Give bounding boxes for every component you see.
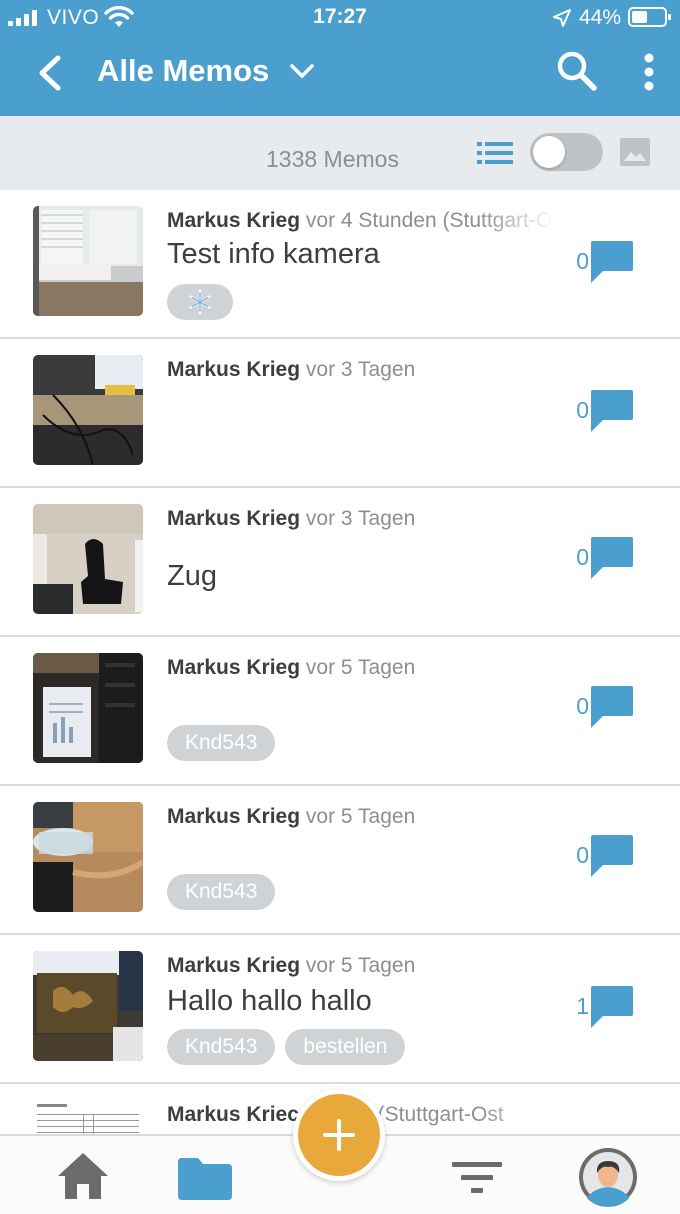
memo-time: vor 3 Tagen [305,358,416,381]
battery-percent: 44% [579,6,622,29]
memo-author: Markus Krieg [167,656,301,679]
memo-meta: Markus Krieg vor 3 Tagen [167,507,557,531]
battery-icon [628,7,671,27]
memo-tag[interactable]: Knd543 [167,1029,276,1065]
memo-time: vor 5 Tagen [305,954,416,977]
clock: 17:27 [313,5,367,28]
memo-tag[interactable] [167,284,233,320]
view-mode-toggle[interactable] [530,133,603,171]
folder-selector[interactable]: Alle Memos [97,50,315,92]
memo-thumbnail [33,951,143,1061]
memo-time: vor 4 Stunden (Stuttgart-O [305,209,553,232]
memo-meta: Markus Krieg vor 5 Tagen [167,656,557,680]
memo-meta: Markus Krieg vor 5 Tagen [167,805,557,829]
memo-tags: Knd543 [167,874,276,910]
memo-title: Hallo hallo hallo [167,985,372,1017]
avatar-icon[interactable] [578,1147,638,1207]
memo-tags: Knd543 bestellen [167,1029,406,1065]
comment-count: 0 [576,544,589,570]
memo-thumbnail [33,355,143,465]
memo-author: Markus Krieg [167,507,301,530]
memo-title: Test info kamera [167,238,380,270]
memo-tags: Knd543 [167,725,276,761]
toggle-knob [533,136,565,168]
home-icon[interactable] [55,1150,111,1202]
comment-icon[interactable] [589,389,635,433]
comment-icon[interactable] [589,240,635,284]
memo-list-screen: VIVO 17:27 44% Alle Memos 1338 Memos Mar… [0,0,680,1214]
search-icon[interactable] [556,50,598,92]
comment-count: 0 [576,248,589,274]
memo-author: Markus Krieg [167,209,301,232]
page-title: Alle Memos [97,53,270,88]
memo-author: Markus Krieg [167,805,301,828]
memo-author: Markus Kriec [167,1103,299,1126]
memo-tag[interactable]: Knd543 [167,725,276,761]
app-header: VIVO 17:27 44% Alle Memos [0,0,680,116]
more-vertical-icon[interactable] [636,52,662,92]
comment-count: 0 [576,397,589,423]
filter-icon[interactable] [451,1160,503,1196]
memo-list: Markus Krieg vor 4 Stunden (Stuttgart-O … [0,190,680,1134]
memo-time: vor 5 Tagen [305,805,416,828]
memo-meta: Markus Krieg vor 5 Tagen [167,954,557,978]
memo-count: 1338 Memos [266,146,399,172]
memo-time: vor 3 Tagen [305,507,416,530]
memo-author: Markus Krieg [167,954,301,977]
comment-count: 0 [576,693,589,719]
add-icon [323,1119,355,1151]
fab-circle [298,1094,380,1176]
memo-meta: Markus Krieg vor 4 Stunden (Stuttgart-O [167,209,557,233]
memo-thumbnail [33,802,143,912]
list-view-icon[interactable] [476,140,514,166]
memo-tags [167,284,233,320]
comment-icon[interactable] [589,685,635,729]
list-item[interactable]: Markus Krieg vor 5 Tagen Hallo hallo hal… [0,935,680,1084]
memo-thumbnail [33,504,143,614]
list-item[interactable]: Markus Krieg vor 3 Tagen 0 [0,339,680,488]
comment-icon[interactable] [589,985,635,1029]
comment-icon[interactable] [589,834,635,878]
comment-count: 1 [576,993,589,1019]
memo-title: Zug [167,560,217,592]
list-item[interactable]: Markus Krieg vor 3 Tagen Zug 0 [0,488,680,637]
memo-time: vor 5 Tagen [305,656,416,679]
memo-tag[interactable]: Knd543 [167,874,276,910]
list-item[interactable]: Markus Krieg vor 5 Tagen Knd543 0 [0,786,680,935]
list-item[interactable]: Markus Krieg vor 5 Tagen Knd543 0 [0,637,680,786]
folder-icon[interactable] [176,1156,234,1202]
memo-meta: Markus Krieg vor 3 Tagen [167,358,557,382]
memo-thumbnail [33,206,143,316]
image-view-icon[interactable] [619,137,651,167]
chevron-down-icon [290,64,315,78]
comment-icon[interactable] [589,536,635,580]
back-icon[interactable] [30,52,70,94]
memo-author: Markus Krieg [167,358,301,381]
status-bar: VIVO 17:27 44% [0,0,680,36]
memo-thumbnail [33,1100,143,1134]
memo-tag[interactable]: bestellen [285,1029,406,1065]
comment-count: 0 [576,842,589,868]
add-memo-button[interactable] [293,1089,385,1181]
location-arrow-icon [553,9,571,27]
list-item[interactable]: Markus Krieg vor 4 Stunden (Stuttgart-O … [0,190,680,339]
memo-thumbnail [33,653,143,763]
snowflake-icon [189,289,211,315]
